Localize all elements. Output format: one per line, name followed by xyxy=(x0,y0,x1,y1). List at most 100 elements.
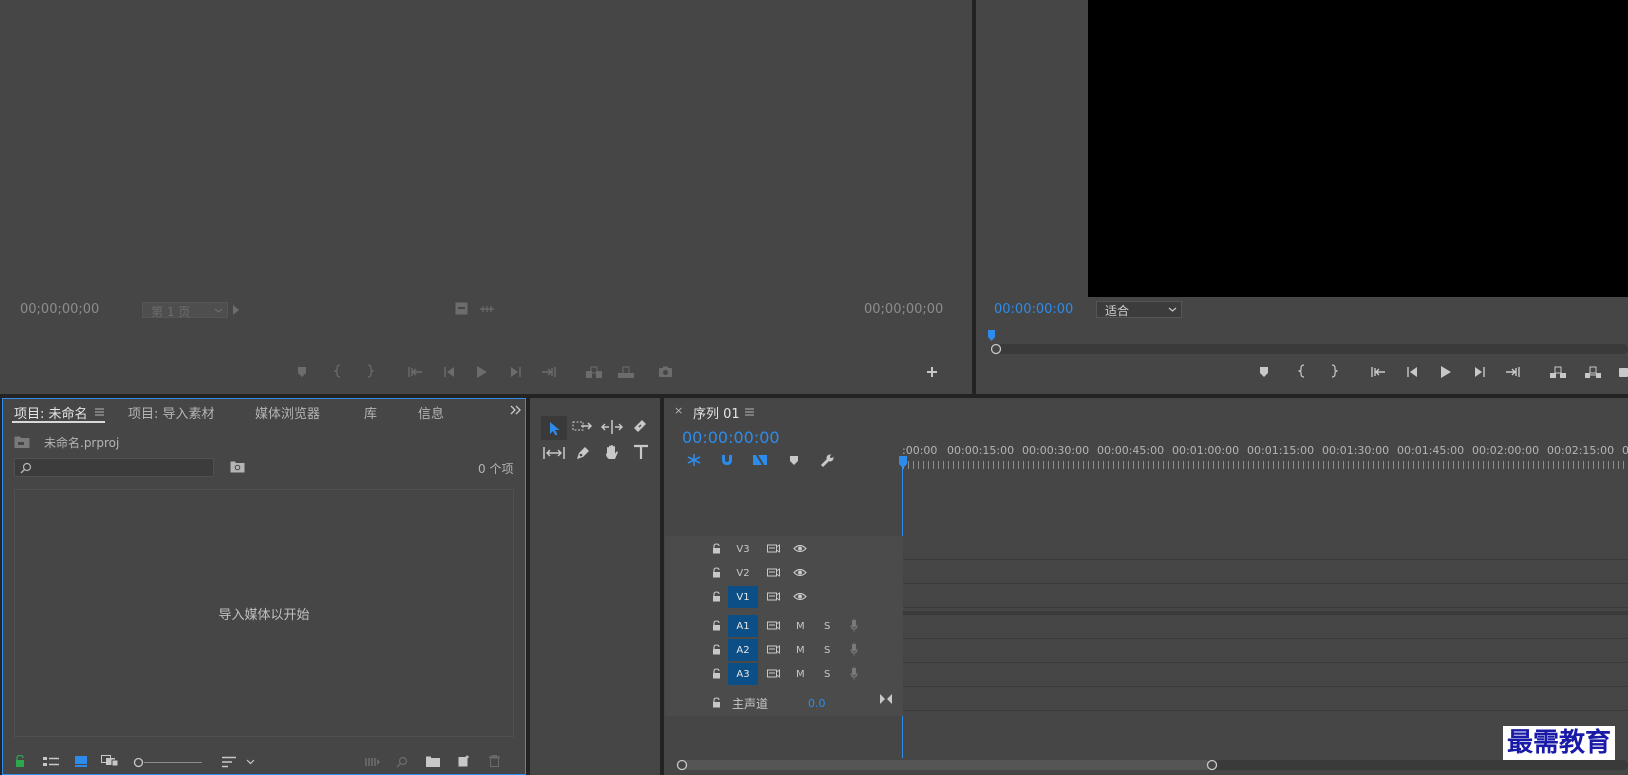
sync-lock-icon[interactable] xyxy=(767,543,780,554)
ripple-edit-tool-icon[interactable] xyxy=(601,419,623,435)
play-icon[interactable] xyxy=(1440,365,1452,379)
track-target-v2[interactable]: V2 xyxy=(728,562,758,584)
sort-icon[interactable] xyxy=(222,756,236,768)
sync-lock-icon[interactable] xyxy=(767,591,780,602)
track-lane-master[interactable] xyxy=(903,687,1628,711)
sync-lock-icon[interactable] xyxy=(767,668,780,679)
track-target-a3[interactable]: A3 xyxy=(728,663,758,685)
selection-tool-icon[interactable] xyxy=(541,416,567,440)
step-back-icon[interactable] xyxy=(443,366,455,378)
trash-icon[interactable] xyxy=(489,755,500,767)
track-lane-a3[interactable] xyxy=(903,663,1628,687)
scrollbar-handle-icon[interactable] xyxy=(990,343,1002,355)
track-lane-v2[interactable] xyxy=(903,560,1628,584)
tab-project-import[interactable]: 项目: 导入素材 xyxy=(128,403,215,422)
slip-tool-icon[interactable] xyxy=(543,445,565,461)
razor-tool-icon[interactable] xyxy=(632,418,648,434)
mute-button[interactable]: M xyxy=(796,621,805,632)
source-timecode-left[interactable]: 00;00;00;00 xyxy=(20,302,99,317)
insert-icon[interactable] xyxy=(585,366,603,379)
microphone-icon[interactable] xyxy=(850,619,858,632)
mute-button[interactable]: M xyxy=(796,669,805,680)
mute-button[interactable]: M xyxy=(796,645,805,656)
track-lane-v1[interactable] xyxy=(903,584,1628,608)
step-forward-icon[interactable] xyxy=(1474,366,1486,378)
track-target-v1[interactable]: V1 xyxy=(728,586,758,608)
track-lock-icon[interactable] xyxy=(712,567,721,578)
track-target-v3[interactable]: V3 xyxy=(728,538,758,560)
safe-margins-icon[interactable] xyxy=(455,302,468,315)
microphone-icon[interactable] xyxy=(850,667,858,680)
tab-project-untitled[interactable]: 项目: 未命名 xyxy=(14,403,88,422)
sequence-tab[interactable]: 序列 01 xyxy=(693,403,740,422)
drag-video-icon[interactable] xyxy=(479,304,495,314)
playhead-icon[interactable] xyxy=(899,456,907,468)
tab-library[interactable]: 库 xyxy=(364,403,377,422)
track-lock-icon[interactable] xyxy=(712,644,721,655)
overflow-chevron-icon[interactable] xyxy=(510,405,522,415)
track-target-a2[interactable]: A2 xyxy=(728,639,758,661)
tab-media-browser[interactable]: 媒体浏览器 xyxy=(255,403,320,422)
go-to-out-icon[interactable] xyxy=(541,366,557,378)
add-marker-icon[interactable] xyxy=(296,366,308,378)
track-lock-icon[interactable] xyxy=(712,668,721,679)
step-back-icon[interactable] xyxy=(1406,366,1418,378)
overwrite-icon[interactable] xyxy=(617,366,635,379)
sequence-close-button[interactable]: × xyxy=(674,404,683,417)
program-timecode[interactable]: 00:00:00:00 xyxy=(994,302,1073,317)
hand-tool-icon[interactable] xyxy=(603,444,621,462)
extract-icon[interactable] xyxy=(1584,366,1602,379)
linked-selection-icon[interactable] xyxy=(752,453,768,467)
track-lock-icon[interactable] xyxy=(712,591,721,602)
timeline-timecode[interactable]: 00:00:00:00 xyxy=(682,428,780,447)
media-drop-area[interactable]: 导入媒体以开始 xyxy=(14,489,514,737)
zoom-slider-handle-icon[interactable] xyxy=(133,757,144,768)
nest-icon[interactable] xyxy=(686,453,702,467)
lift-icon[interactable] xyxy=(1549,366,1567,379)
search-field[interactable] xyxy=(37,460,207,475)
eye-icon[interactable] xyxy=(793,592,807,601)
add-marker-icon[interactable] xyxy=(789,455,799,466)
eye-icon[interactable] xyxy=(793,568,807,577)
panel-menu-icon[interactable] xyxy=(95,408,104,416)
play-icon[interactable] xyxy=(476,365,488,379)
sync-lock-icon[interactable] xyxy=(767,644,780,655)
solo-button[interactable]: S xyxy=(824,645,830,656)
icon-view-icon[interactable] xyxy=(75,755,87,767)
microphone-icon[interactable] xyxy=(850,643,858,656)
find-icon[interactable] xyxy=(396,756,408,768)
lock-icon[interactable] xyxy=(15,755,25,767)
expand-track-icon[interactable] xyxy=(880,694,892,704)
solo-button[interactable]: S xyxy=(824,621,830,632)
mark-out-icon[interactable] xyxy=(366,364,374,378)
pen-tool-icon[interactable] xyxy=(574,444,592,462)
automate-sequence-icon[interactable] xyxy=(365,757,380,767)
mark-in-icon[interactable] xyxy=(1298,364,1306,378)
add-button-icon[interactable] xyxy=(926,366,938,378)
track-lock-icon[interactable] xyxy=(712,543,721,554)
scrollbar-handle-icon[interactable] xyxy=(1206,759,1218,771)
track-lane-v3[interactable] xyxy=(903,536,1628,560)
chevron-down-icon[interactable] xyxy=(246,758,255,766)
snap-magnet-icon[interactable] xyxy=(720,453,734,467)
go-to-in-icon[interactable] xyxy=(407,366,423,378)
time-ruler-ticks[interactable] xyxy=(903,461,1628,469)
timeline-scrollbar-thumb[interactable] xyxy=(681,760,1211,770)
track-target-a1[interactable]: A1 xyxy=(728,615,758,637)
step-forward-icon[interactable] xyxy=(510,366,522,378)
track-lock-icon[interactable] xyxy=(712,620,721,631)
master-volume-value[interactable]: 0.0 xyxy=(808,697,826,710)
track-select-tool-icon[interactable] xyxy=(572,419,594,435)
tab-info[interactable]: 信息 xyxy=(418,403,444,422)
new-item-icon[interactable] xyxy=(458,755,470,767)
list-view-icon[interactable] xyxy=(43,756,59,768)
track-lock-icon[interactable] xyxy=(712,697,721,708)
add-marker-icon[interactable] xyxy=(1258,366,1270,378)
type-tool-icon[interactable] xyxy=(633,444,649,460)
scrollbar-handle-icon[interactable] xyxy=(676,759,688,771)
play-small-icon[interactable] xyxy=(232,304,240,316)
track-lane-a2[interactable] xyxy=(903,639,1628,663)
zoom-slider-track[interactable] xyxy=(144,762,202,763)
solo-button[interactable]: S xyxy=(824,669,830,680)
wrench-icon[interactable] xyxy=(820,453,835,468)
